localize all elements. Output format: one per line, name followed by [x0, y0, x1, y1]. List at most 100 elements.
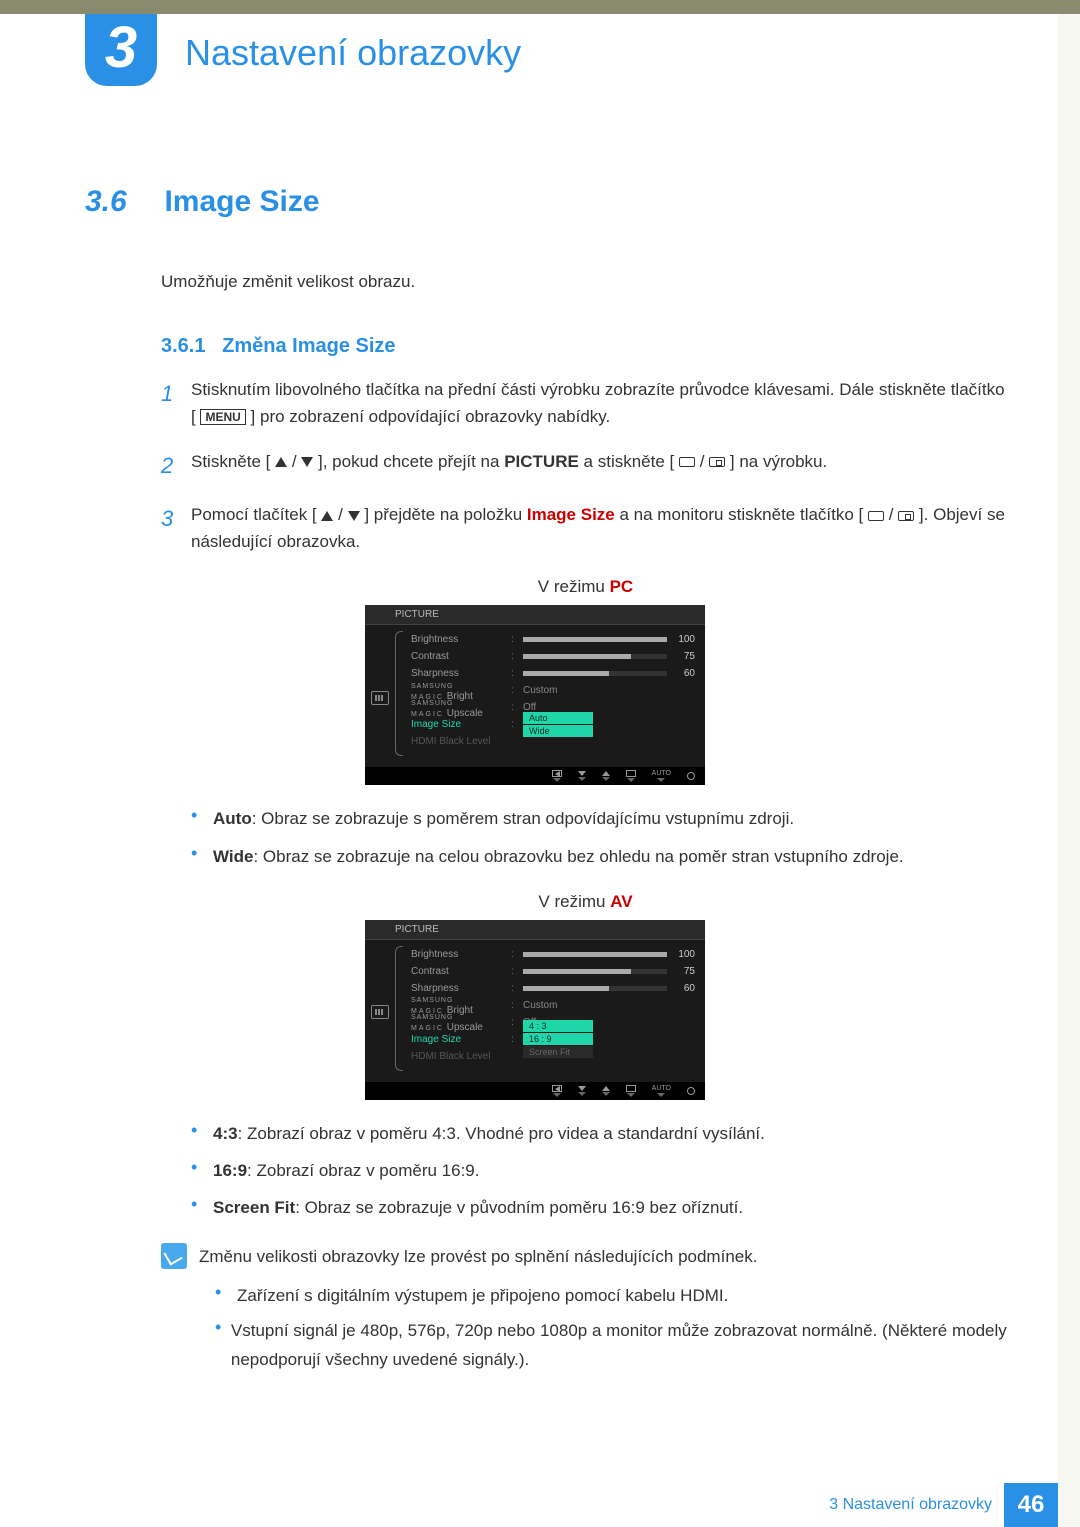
osd-nav-left-icon	[552, 1085, 562, 1097]
steps-list: 1 Stisknutím libovolného tlačítka na pře…	[161, 376, 1010, 556]
osd-option-selected: 4 : 3	[523, 1020, 593, 1032]
osd-row-label: Sharpness	[411, 983, 511, 994]
step-text: ], pokud chcete přejít na	[318, 452, 504, 471]
step-number: 1	[161, 376, 191, 430]
note-icon	[161, 1243, 187, 1269]
chapter-number-badge: 3	[85, 14, 157, 86]
bullet-icon: •	[191, 1120, 213, 1147]
up-arrow-icon	[275, 457, 287, 467]
osd-nav-down-icon	[578, 1086, 586, 1096]
osd-row-label: Brightness	[411, 634, 511, 645]
step-number: 3	[161, 501, 191, 555]
osd-nav-auto-icon: AUTO	[652, 1085, 671, 1097]
option-desc: : Zobrazí obraz v poměru 4:3. Vhodné pro…	[238, 1124, 765, 1143]
osd-title: PICTURE	[395, 609, 439, 620]
page-number: 46	[1004, 1483, 1058, 1527]
subsection-heading: 3.6.1 Změna Image Size	[161, 335, 1010, 358]
osd-nav-auto-icon: AUTO	[652, 770, 671, 782]
step-text: a stiskněte [	[584, 452, 675, 471]
av-options-list: •4:3: Zobrazí obraz v poměru 4:3. Vhodné…	[191, 1120, 1010, 1222]
chapter-title: Nastavení obrazovky	[185, 32, 521, 74]
picture-category-icon	[371, 1005, 389, 1019]
osd-title: PICTURE	[395, 924, 439, 935]
osd-header: PICTURE	[365, 920, 705, 940]
osd-footer: AUTO	[365, 767, 705, 785]
option-name: 4:3	[213, 1124, 238, 1143]
osd-value: Custom	[523, 685, 557, 696]
osd-value: Custom	[523, 1000, 557, 1011]
bullet-icon: •	[191, 805, 213, 832]
bullet-icon: •	[191, 843, 213, 870]
image-size-keyword: Image Size	[527, 505, 615, 524]
down-arrow-icon	[301, 457, 313, 467]
subsection-number: 3.6.1	[161, 335, 205, 357]
option-desc: : Zobrazí obraz v poměru 16:9.	[247, 1161, 479, 1180]
osd-option: Wide	[523, 725, 593, 737]
osd-value: 60	[671, 983, 695, 994]
top-accent-bar	[0, 0, 1080, 14]
step-text: ] na výrobku.	[730, 452, 827, 471]
osd-nav-enter-icon	[626, 770, 636, 782]
mode-prefix: V režimu	[538, 577, 610, 596]
source-icon	[679, 457, 695, 467]
up-arrow-icon	[321, 511, 333, 521]
osd-screenshot-pc: PICTURE Brightness:100 Contrast:75 Sharp…	[365, 605, 705, 785]
page-content: 3.6 Image Size Umožňuje změnit velikost …	[85, 185, 1010, 1381]
step-text: Pomocí tlačítek [	[191, 505, 317, 524]
osd-nav-up-icon	[602, 1086, 610, 1096]
mode-prefix: V režimu	[538, 892, 610, 911]
osd-header: PICTURE	[365, 605, 705, 625]
osd-nav-down-icon	[578, 771, 586, 781]
mode-name: AV	[610, 892, 632, 911]
note-block: Změnu velikosti obrazovky lze provést po…	[161, 1243, 1010, 1381]
step-2: 2 Stiskněte [ / ], pokud chcete přejít n…	[161, 448, 1010, 483]
bullet-icon: •	[215, 1317, 231, 1375]
option-name: Wide	[213, 847, 253, 866]
option-desc: : Obraz se zobrazuje v původním poměru 1…	[295, 1198, 743, 1217]
step-3: 3 Pomocí tlačítek [ / ] přejděte na polo…	[161, 501, 1010, 555]
step-body: Pomocí tlačítek [ / ] přejděte na položk…	[191, 501, 1010, 555]
mode-name: PC	[610, 577, 634, 596]
osd-row-label-disabled: HDMI Black Level	[411, 736, 511, 747]
bullet-icon: •	[191, 1194, 213, 1221]
osd-row-label: SAMSUNGMAGIC Upscale	[411, 697, 511, 719]
osd-side-icon-col	[365, 940, 395, 1085]
footer-chapter-ref: 3 Nastavení obrazovky	[829, 1496, 992, 1514]
note-item: Vstupní signál je 480p, 576p, 720p nebo …	[231, 1317, 1010, 1375]
page-footer: 3 Nastavení obrazovky 46	[0, 1483, 1058, 1527]
note-lead: Změnu velikosti obrazovky lze provést po…	[199, 1243, 1010, 1272]
note-item: Zařízení s digitálním výstupem je připoj…	[237, 1282, 728, 1311]
enter-icon	[898, 511, 914, 521]
osd-row-label-active: Image Size	[411, 1034, 511, 1045]
osd-screenshot-av: PICTURE Brightness:100 Contrast:75 Sharp…	[365, 920, 705, 1100]
osd-value: 75	[671, 966, 695, 977]
subsection-title: Změna Image Size	[222, 335, 395, 357]
osd-row-label-disabled: HDMI Black Level	[411, 1051, 511, 1062]
osd-value: 60	[671, 668, 695, 679]
enter-icon	[709, 457, 725, 467]
osd-option-selected: Auto	[523, 712, 593, 724]
section-intro: Umožňuje změnit velikost obrazu.	[161, 269, 1010, 295]
option-desc: : Obraz se zobrazuje s poměrem stran odp…	[252, 809, 794, 828]
step-text: Stiskněte [	[191, 452, 270, 471]
osd-row-label-active: Image Size	[411, 719, 511, 730]
picture-category-icon	[371, 691, 389, 705]
osd-option: Screen Fit	[523, 1046, 593, 1058]
osd-footer: AUTO	[365, 1082, 705, 1100]
section-title: Image Size	[164, 185, 319, 218]
osd-row-label: Contrast	[411, 966, 511, 977]
step-text: ] přejděte na položku	[364, 505, 527, 524]
step-body: Stisknutím libovolného tlačítka na předn…	[191, 376, 1010, 430]
osd-value: 75	[671, 651, 695, 662]
step-text: ] pro zobrazení odpovídající obrazovky n…	[251, 407, 611, 426]
osd-nav-enter-icon	[626, 1085, 636, 1097]
source-icon	[868, 511, 884, 521]
option-desc: : Obraz se zobrazuje na celou obrazovku …	[253, 847, 903, 866]
osd-value: 100	[671, 634, 695, 645]
down-arrow-icon	[348, 511, 360, 521]
bullet-icon: •	[215, 1282, 237, 1311]
pc-options-list: •Auto: Obraz se zobrazuje s poměrem stra…	[191, 805, 1010, 869]
step-number: 2	[161, 448, 191, 483]
mode-label-av: V režimu AV	[161, 892, 1010, 912]
osd-row-label: Brightness	[411, 949, 511, 960]
